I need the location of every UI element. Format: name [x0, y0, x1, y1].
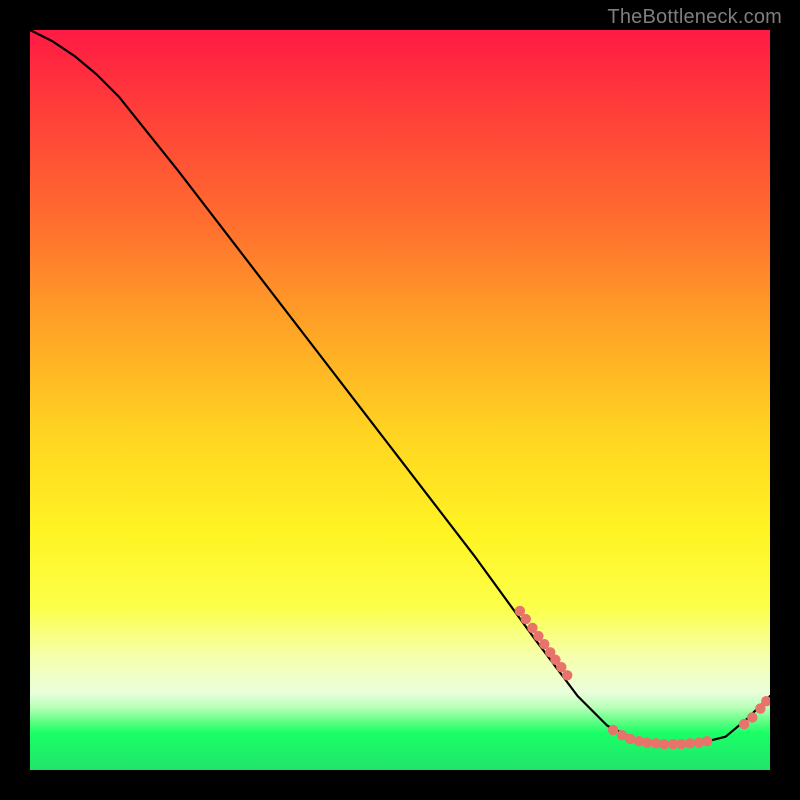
data-point — [539, 639, 549, 649]
data-point — [694, 737, 704, 747]
data-point — [668, 739, 678, 749]
data-point — [533, 631, 543, 641]
bottleneck-curve — [30, 30, 770, 744]
chart-svg — [30, 30, 770, 770]
data-point — [651, 738, 661, 748]
data-point — [676, 739, 686, 749]
data-point — [550, 655, 560, 665]
plot-area — [30, 30, 770, 770]
data-point — [761, 696, 770, 706]
chart-container: TheBottleneck.com — [0, 0, 800, 800]
data-point — [702, 736, 712, 746]
data-point — [527, 623, 537, 633]
data-markers — [515, 606, 770, 750]
data-point — [562, 670, 572, 680]
watermark-text: TheBottleneck.com — [607, 6, 782, 29]
data-point — [515, 606, 525, 616]
data-point — [659, 739, 669, 749]
data-point — [747, 712, 757, 722]
data-point — [608, 725, 618, 735]
data-point — [625, 734, 635, 744]
data-point — [556, 662, 566, 672]
data-point — [521, 614, 531, 624]
data-point — [617, 730, 627, 740]
data-point — [755, 703, 765, 713]
data-point — [634, 736, 644, 746]
data-point — [739, 719, 749, 729]
data-point — [642, 737, 652, 747]
data-point — [685, 738, 695, 748]
data-point — [545, 647, 555, 657]
